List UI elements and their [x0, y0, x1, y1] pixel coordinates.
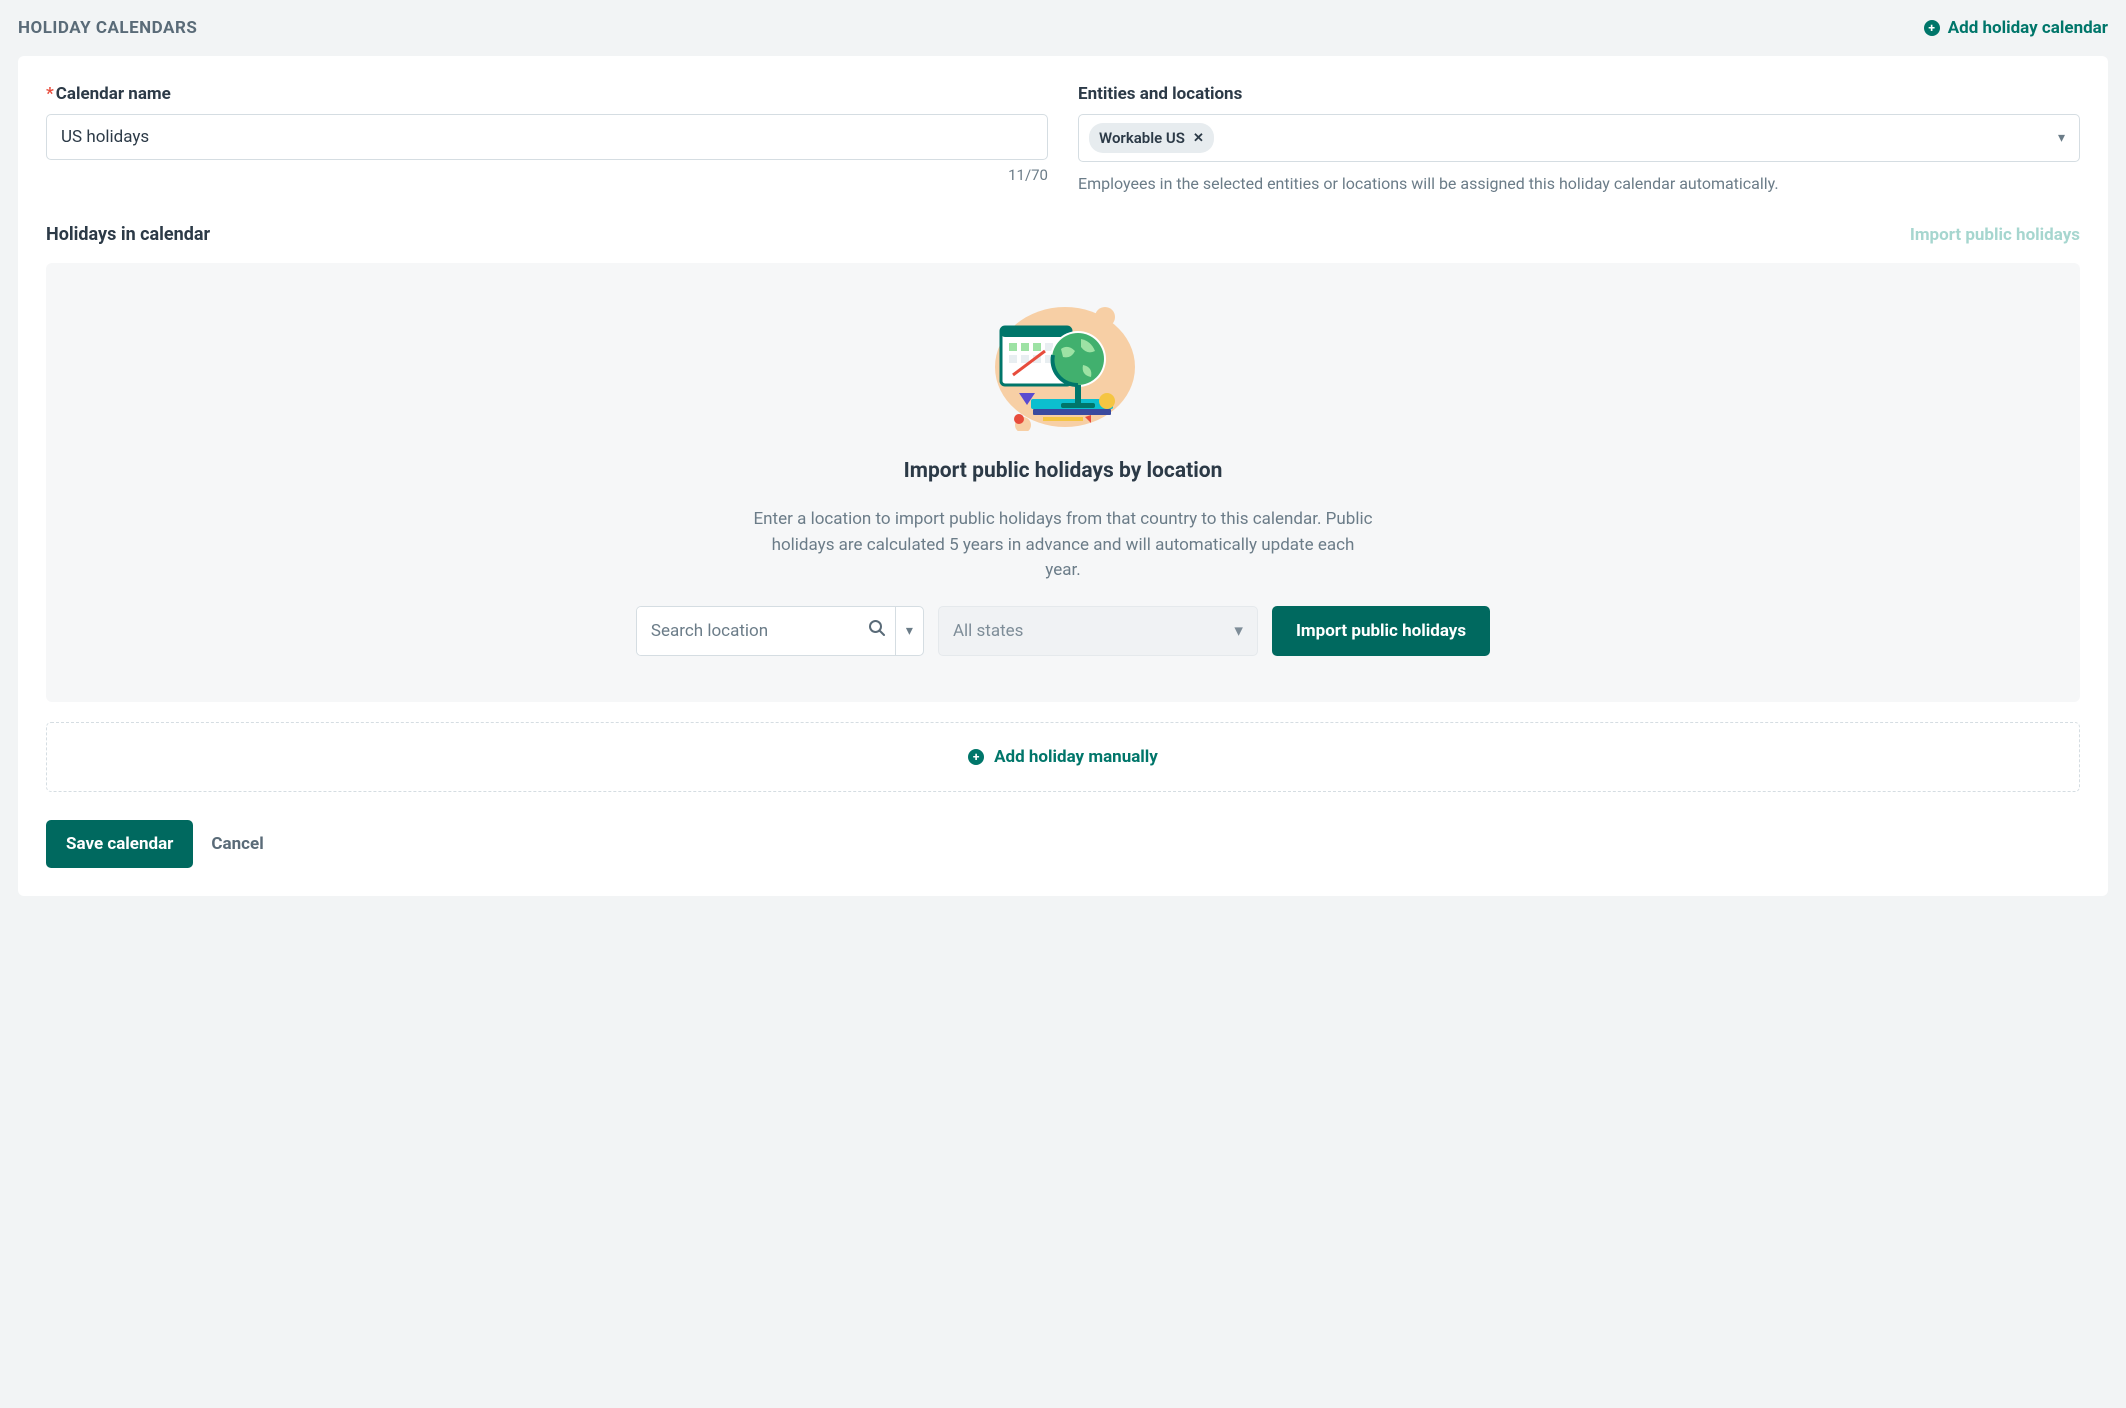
location-search-combobox[interactable]: ▾ [636, 606, 924, 656]
calendar-name-char-counter: 11/70 [46, 166, 1048, 184]
entity-tag-label: Workable US [1099, 129, 1185, 147]
add-calendar-label: Add holiday calendar [1948, 18, 2108, 38]
holidays-section-title: Holidays in calendar [46, 224, 210, 245]
save-calendar-button[interactable]: Save calendar [46, 820, 193, 868]
required-asterisk: * [46, 84, 54, 104]
calendar-globe-illustration [983, 299, 1143, 431]
add-manual-label: Add holiday manually [994, 747, 1158, 767]
entity-tag-remove-icon[interactable]: ✕ [1193, 131, 1204, 146]
import-public-holidays-link: Import public holidays [1910, 225, 2080, 245]
cancel-button[interactable]: Cancel [211, 834, 263, 854]
calendar-name-label: *Calendar name [46, 84, 1048, 104]
calendar-name-input[interactable] [46, 114, 1048, 160]
empty-state-description: Enter a location to import public holida… [753, 507, 1373, 584]
search-icon [867, 618, 895, 643]
location-dropdown-toggle[interactable]: ▾ [896, 607, 923, 655]
plus-circle-icon: + [1924, 20, 1940, 36]
page-title: HOLIDAY CALENDARS [18, 18, 197, 38]
location-search-input[interactable] [637, 607, 867, 655]
state-select: All states ▾ [938, 606, 1258, 656]
add-holiday-manually-button[interactable]: + Add holiday manually [46, 722, 2080, 792]
chevron-down-icon: ▾ [1234, 621, 1243, 641]
state-select-label: All states [953, 621, 1024, 641]
import-public-holidays-button[interactable]: Import public holidays [1272, 606, 1490, 656]
empty-state-title: Import public holidays by location [86, 459, 2040, 483]
add-holiday-calendar-link[interactable]: + Add holiday calendar [1924, 18, 2108, 38]
entities-select[interactable]: Workable US ✕ ▾ [1078, 114, 2080, 162]
empty-state-panel: Import public holidays by location Enter… [46, 263, 2080, 702]
entity-tag: Workable US ✕ [1089, 123, 1214, 153]
entities-label: Entities and locations [1078, 84, 2080, 104]
plus-circle-icon: + [968, 749, 984, 765]
calendar-form-card: *Calendar name 11/70 Entities and locati… [18, 56, 2108, 896]
entities-helper-text: Employees in the selected entities or lo… [1078, 172, 2080, 196]
chevron-down-icon: ▾ [2058, 130, 2065, 146]
